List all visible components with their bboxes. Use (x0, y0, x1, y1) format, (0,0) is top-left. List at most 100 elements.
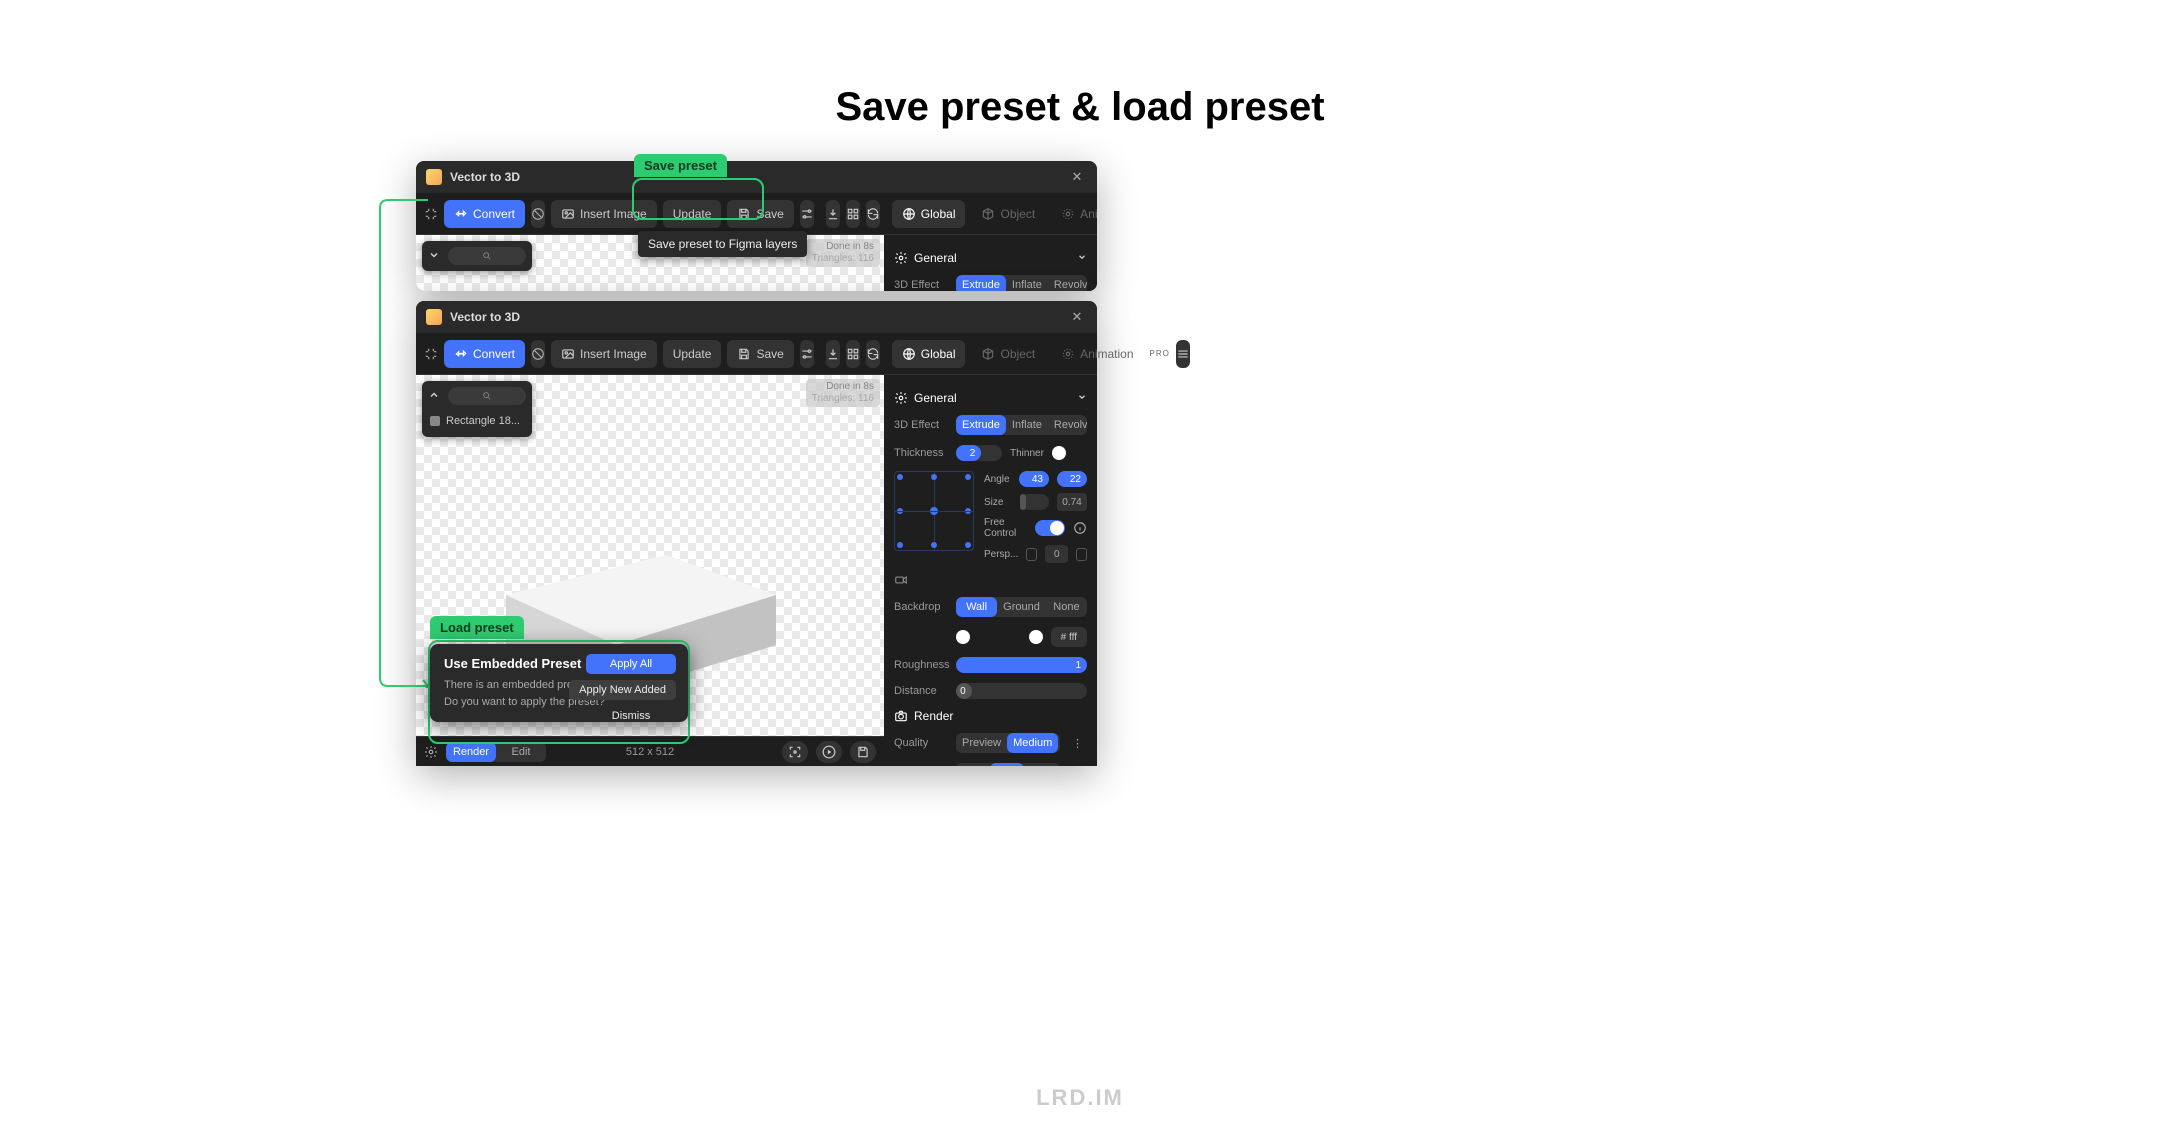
tab-global[interactable]: Global (892, 340, 966, 368)
effect-inflate[interactable]: Inflate (1006, 415, 1048, 435)
layer-panel (422, 241, 532, 271)
tab-animation[interactable]: Animation (1051, 340, 1143, 368)
effect-extrude[interactable]: Extrude (956, 415, 1006, 435)
tab-global-label: Global (921, 347, 956, 361)
effect-inflate[interactable]: Inflate (1006, 275, 1048, 291)
window-save-preset: Vector to 3D ✕ Convert Insert Image Upda… (416, 161, 1097, 291)
perspective-checkbox-2[interactable] (1076, 548, 1087, 561)
thinner-toggle[interactable] (1052, 446, 1066, 460)
angle-pad[interactable] (894, 471, 974, 551)
download-icon[interactable] (826, 340, 840, 368)
status-chip: Done in 8s Triangles: 116 (806, 239, 880, 267)
size-slider[interactable] (1020, 494, 1049, 510)
apply-new-button[interactable]: Apply New Added (569, 680, 676, 700)
camera-icon[interactable] (894, 573, 908, 587)
close-button[interactable]: ✕ (1067, 307, 1087, 327)
chevron-down-icon[interactable] (1077, 391, 1087, 405)
close-button[interactable]: ✕ (1067, 167, 1087, 187)
titlebar: Vector to 3D ✕ (416, 161, 1097, 193)
angle-y-slider[interactable]: 22 (1057, 471, 1087, 487)
mode-render[interactable]: Render (446, 742, 496, 762)
backdrop-color-hex[interactable]: # fff (1051, 627, 1087, 647)
menu-icon[interactable] (1176, 340, 1190, 368)
app-title: Vector to 3D (450, 310, 1059, 324)
layer-search[interactable] (448, 247, 526, 265)
tab-global-label: Global (921, 207, 956, 221)
save-button[interactable]: Save (727, 340, 793, 368)
effect-revolve[interactable]: Revolve (1048, 415, 1087, 435)
quality-product[interactable]: Product (1058, 733, 1060, 753)
quality-preview[interactable]: Preview (956, 733, 1007, 753)
backdrop-color-1[interactable] (956, 630, 970, 644)
footer: Render Edit 512 x 512 (416, 736, 884, 766)
size-value[interactable]: 0.74 (1057, 493, 1087, 511)
chevron-down-icon[interactable] (428, 249, 440, 264)
backdrop-ground[interactable]: Ground (997, 597, 1046, 617)
convert-button[interactable]: Convert (444, 200, 525, 228)
section-render[interactable]: Render (894, 709, 1087, 723)
save-label: Save (756, 347, 783, 361)
section-general[interactable]: General (894, 391, 1087, 405)
update-button[interactable]: Update (663, 200, 722, 228)
tab-animation[interactable]: Animation (1051, 200, 1097, 228)
settings-icon[interactable] (800, 340, 814, 368)
grid-icon[interactable] (846, 200, 860, 228)
focus-icon[interactable] (782, 741, 808, 763)
angle-x-slider[interactable]: 43 (1019, 471, 1049, 487)
quality-more[interactable]: ⋮ (1068, 737, 1087, 750)
mode-edit[interactable]: Edit (496, 742, 546, 762)
embedded-preset-dialog: Use Embedded Preset There is an embedded… (430, 644, 688, 722)
dismiss-button[interactable]: Dismiss (586, 706, 676, 726)
save-label: Save (756, 207, 783, 221)
tab-global[interactable]: Global (892, 200, 966, 228)
layer-search[interactable] (448, 387, 526, 405)
thickness-slider[interactable]: 2 (956, 445, 1002, 461)
insert-image-label: Insert Image (580, 347, 647, 361)
tab-object[interactable]: Object (971, 340, 1045, 368)
resolution-1024[interactable]: 1024 (1024, 763, 1060, 766)
layer-item-label: Rectangle 18... (446, 415, 520, 427)
refresh-icon[interactable] (866, 340, 880, 368)
insert-image-button[interactable]: Insert Image (551, 200, 657, 228)
section-general[interactable]: General (894, 251, 1087, 265)
distance-slider[interactable]: 0 (956, 683, 1087, 699)
download-icon[interactable] (826, 200, 840, 228)
update-button[interactable]: Update (663, 340, 722, 368)
update-label: Update (673, 347, 712, 361)
layer-item[interactable]: Rectangle 18... (428, 411, 526, 431)
refresh-icon[interactable] (866, 200, 880, 228)
chevron-down-icon[interactable] (1077, 251, 1087, 265)
roughness-slider[interactable]: 1 (956, 657, 1087, 673)
camera-icon (894, 709, 908, 723)
perspective-value[interactable]: 0 (1045, 545, 1068, 563)
pause-button[interactable] (531, 200, 545, 228)
insert-image-button[interactable]: Insert Image (551, 340, 657, 368)
info-icon[interactable] (1073, 521, 1087, 535)
convert-button[interactable]: Convert (444, 340, 525, 368)
free-control-label: Free Control (984, 517, 1027, 539)
chevron-up-icon[interactable] (428, 389, 440, 404)
play-icon[interactable] (816, 741, 842, 763)
tab-animation-label: Animation (1080, 207, 1097, 221)
backdrop-none[interactable]: None (1046, 597, 1087, 617)
effect-extrude[interactable]: Extrude (956, 275, 1006, 291)
pause-button[interactable] (531, 340, 545, 368)
settings-icon[interactable] (800, 200, 814, 228)
grid-icon[interactable] (846, 340, 860, 368)
gear-icon (894, 391, 908, 405)
backdrop-color-2[interactable] (1029, 630, 1043, 644)
free-control-toggle[interactable] (1035, 520, 1065, 536)
mode-segmented: Render Edit (446, 742, 546, 762)
section-general-label: General (914, 391, 957, 405)
backdrop-wall[interactable]: Wall (956, 597, 997, 617)
export-icon[interactable] (850, 741, 876, 763)
gear-icon[interactable] (424, 745, 438, 759)
resolution-256[interactable]: 256 (956, 763, 990, 766)
quality-medium[interactable]: Medium (1007, 733, 1058, 753)
effect-revolve[interactable]: Revolve (1048, 275, 1087, 291)
resolution-512[interactable]: 512 (990, 763, 1024, 766)
save-button[interactable]: Save (727, 200, 793, 228)
apply-all-button[interactable]: Apply All (586, 654, 676, 674)
tab-object[interactable]: Object (971, 200, 1045, 228)
perspective-checkbox[interactable] (1026, 548, 1037, 561)
